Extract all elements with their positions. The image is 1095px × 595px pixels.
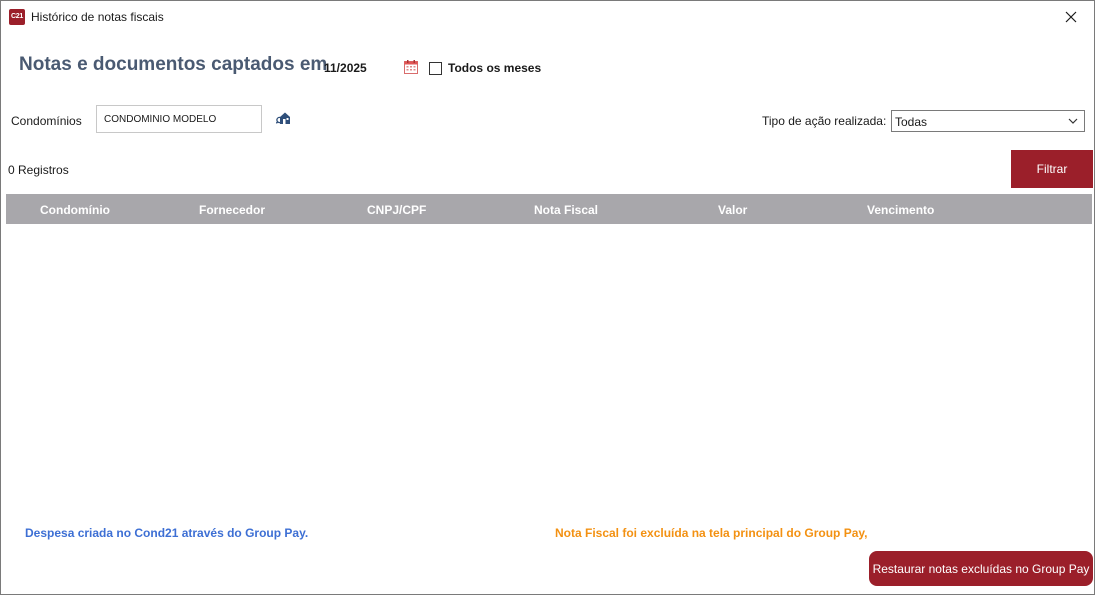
close-button[interactable] (1048, 1, 1094, 33)
grid-header: Condomínio Fornecedor CNPJ/CPF Nota Fisc… (6, 194, 1092, 224)
legend-deleted-in-group-pay: Nota Fiscal foi excluída na tela princip… (555, 526, 868, 540)
acao-label: Tipo de ação realizada: (762, 114, 887, 128)
condominio-input[interactable] (96, 105, 262, 133)
grid-body[interactable] (6, 224, 1092, 514)
column-header-vencimento[interactable]: Vencimento (867, 203, 934, 217)
building-search-icon[interactable] (276, 111, 293, 125)
column-header-nota-fiscal[interactable]: Nota Fiscal (534, 203, 598, 217)
column-header-fornecedor[interactable]: Fornecedor (199, 203, 265, 217)
window-title: Histórico de notas fiscais (31, 10, 164, 24)
close-icon (1065, 11, 1077, 23)
record-count: 0 Registros (8, 163, 69, 177)
all-months-label[interactable]: Todos os meses (448, 61, 541, 75)
column-header-condominio[interactable]: Condomínio (40, 203, 110, 217)
calendar-icon[interactable] (404, 60, 418, 74)
all-months-checkbox[interactable] (429, 62, 442, 75)
legend-created-via-group-pay: Despesa criada no Cond21 através do Grou… (25, 526, 309, 540)
period-value: 11/2025 (324, 61, 367, 75)
acao-selected-value: Todas (895, 115, 928, 129)
filter-button[interactable]: Filtrar (1011, 150, 1093, 188)
page-heading: Notas e documentos captados em (19, 54, 328, 75)
restore-deleted-notes-button[interactable]: Restaurar notas excluídas no Group Pay (869, 551, 1093, 586)
chevron-down-icon (1068, 118, 1078, 124)
title-bar: C21 Histórico de notas fiscais (1, 1, 1094, 33)
condominio-label: Condomínios (11, 114, 82, 128)
column-header-valor[interactable]: Valor (718, 203, 747, 217)
app-logo-icon: C21 (9, 9, 25, 25)
historico-window: C21 Histórico de notas fiscais Notas e d… (0, 0, 1095, 595)
column-header-cnpj-cpf[interactable]: CNPJ/CPF (367, 203, 426, 217)
acao-select[interactable]: Todas (891, 110, 1085, 132)
